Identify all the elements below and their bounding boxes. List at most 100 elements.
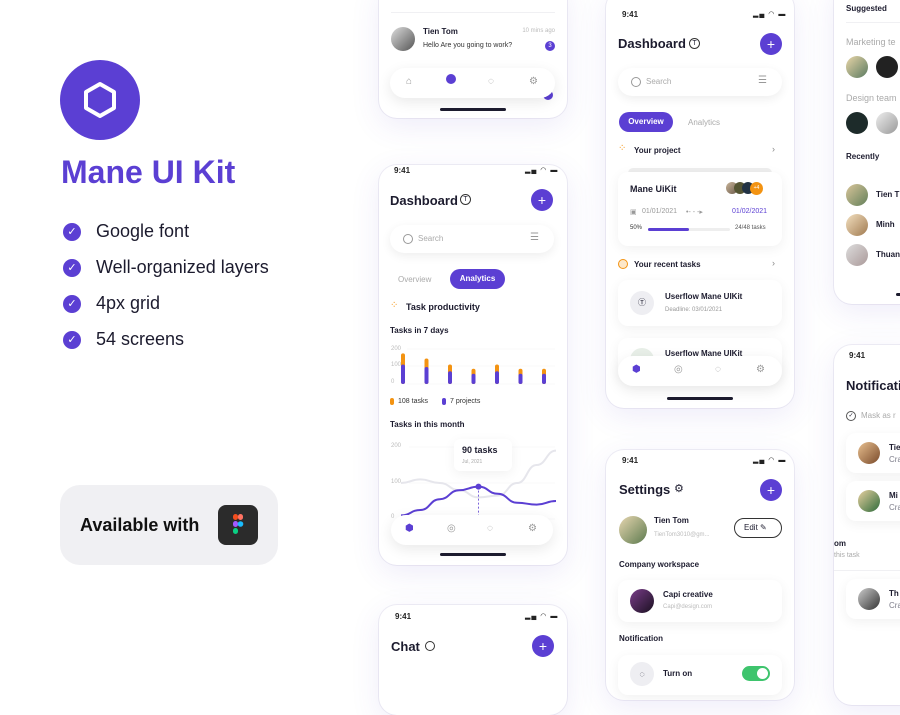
section-title: Task productivity [406, 302, 480, 312]
brand-title: Mane UI Kit [61, 154, 236, 190]
avatar [858, 588, 880, 610]
smile-icon [618, 259, 628, 269]
chat-icon[interactable]: ◎ [674, 364, 683, 375]
notification-toggle[interactable] [742, 666, 770, 681]
group-label: Design team [846, 93, 897, 103]
page-title: Settings [619, 482, 671, 497]
gear-icon[interactable]: ⚙ [529, 76, 538, 87]
add-button[interactable]: + [532, 635, 554, 657]
toggle-knob [757, 668, 768, 679]
home-indicator [440, 553, 506, 556]
avatar [858, 490, 880, 512]
status-time: 9:41 [395, 612, 412, 621]
section-title: Your recent tasks [634, 260, 701, 269]
task-deadline: Deadline: 03/01/2021 [665, 307, 723, 313]
filter-icon[interactable]: ☰ [530, 232, 539, 243]
home-icon[interactable]: ⬢ [405, 523, 414, 534]
home-icon[interactable]: ⌂ [406, 76, 412, 87]
bar-projects [448, 371, 452, 384]
add-button[interactable]: + [531, 189, 553, 211]
contact-name[interactable]: Tien T [876, 190, 899, 199]
bell-icon[interactable]: ◌ [715, 364, 721, 375]
home-icon[interactable]: ⬢ [632, 364, 641, 375]
legend-projects-swatch [442, 398, 446, 405]
add-button[interactable]: + [760, 33, 782, 55]
project-card[interactable]: Mane UiKit +4 ▣ 01/01/2021 •- - -▸ 01/02… [618, 172, 782, 246]
task-icon: Ⓣ [630, 291, 654, 315]
data-point[interactable] [475, 483, 482, 490]
tab-overview[interactable]: Overview [619, 112, 673, 132]
gear-icon: ⚙ [674, 483, 684, 495]
bar-projects [542, 373, 546, 384]
bar-projects [495, 371, 499, 384]
divider [834, 570, 900, 571]
chevron-right-icon[interactable]: › [772, 144, 775, 154]
profile-name: Tien Tom [654, 516, 689, 525]
arrow-icon: •- - -▸ [686, 209, 703, 216]
notification-label: Turn on [663, 669, 693, 678]
tab-overview[interactable]: Overview [398, 275, 431, 284]
bottom-nav: ⬢ ◎ ◌ ⚙ [391, 515, 553, 545]
tab-analytics[interactable]: Analytics [688, 118, 720, 127]
chat-icon[interactable]: ◎ [447, 523, 456, 534]
avatar[interactable] [876, 112, 898, 134]
avatar [846, 184, 868, 206]
chat-screen-top: Tien Tom 10 mins ago Hello Are you going… [379, 0, 567, 118]
extra-members-badge: +4 [750, 182, 763, 195]
notification-item[interactable]: Mi Cra [846, 481, 900, 521]
grid-icon: ⁘ [618, 143, 627, 154]
home-indicator [896, 293, 900, 296]
avatar[interactable] [846, 56, 868, 78]
filter-icon[interactable]: ☰ [758, 75, 767, 86]
message-time: 10 mins ago [522, 28, 555, 34]
search-icon [403, 234, 413, 244]
notification-item[interactable]: Th Cra [846, 579, 900, 619]
progress-label: 50% [630, 225, 643, 231]
bar-projects [424, 367, 429, 384]
chat-icon[interactable] [446, 74, 456, 84]
contact-name[interactable]: Thuan [876, 250, 900, 259]
info-icon: T [689, 38, 700, 49]
add-button[interactable]: + [760, 479, 782, 501]
settings-screen: 9:41 ▂▄ ◠ ▬ Settings ⚙ + Tien Tom TienTo… [606, 450, 794, 700]
check-circle-icon: ✓ [846, 411, 856, 421]
notifications-screen: 9:41 Notificati ✓ Mask as r Tie Cra Mi C… [834, 345, 900, 705]
notification-name: Mi [889, 491, 898, 500]
section-title: Your project [634, 146, 681, 155]
avatar [391, 27, 415, 51]
bell-icon[interactable]: ◌ [487, 523, 493, 534]
home-indicator [440, 108, 506, 111]
avatar [846, 244, 868, 266]
bottom-nav: ⌂ ◌ ⚙ [390, 68, 555, 98]
message-preview[interactable]: Hello Are you going to work? [423, 42, 512, 49]
gear-icon[interactable]: ⚙ [756, 364, 765, 375]
bell-icon[interactable]: ◌ [488, 76, 494, 87]
notification-sub: Cra [889, 601, 900, 610]
edit-button[interactable]: Edit ✎ [734, 518, 782, 538]
tab-analytics[interactable]: Analytics [450, 269, 505, 289]
task-card[interactable]: Ⓣ Userflow Mane UIKit Deadline: 03/01/20… [618, 280, 782, 326]
check-icon: ✓ [63, 295, 81, 313]
avatar[interactable] [876, 56, 898, 78]
chevron-right-icon[interactable]: › [772, 258, 775, 268]
bell-icon: ◌ [630, 662, 654, 686]
chart-tooltip: 90 tasks Jul, 2021 [454, 439, 512, 471]
section-title: Suggested [846, 4, 887, 13]
mark-as-read-button[interactable]: Mask as r [861, 411, 896, 420]
status-time: 9:41 [849, 351, 866, 360]
gear-icon[interactable]: ⚙ [528, 523, 537, 534]
bar-projects [401, 364, 405, 384]
notification-item[interactable]: Tie Cra [846, 433, 900, 473]
profile-email: TienTom3010@gm... [654, 532, 710, 538]
divider [846, 22, 900, 23]
page-title: Dashboard [390, 193, 458, 208]
avatar[interactable] [846, 112, 868, 134]
contact-name[interactable]: Minh [876, 220, 895, 229]
section-title: Company workspace [619, 560, 700, 569]
check-icon: ✓ [63, 223, 81, 241]
logo [60, 60, 140, 140]
notification-sub: Cra [889, 455, 900, 464]
dashboard-overview-screen: 9:41 ▂▄ ◠ ▬ Dashboard T + Search ☰ Overv… [606, 0, 794, 408]
workspace-card[interactable]: Capi creative Capi@design.com [618, 580, 782, 622]
page-title: Dashboard [618, 36, 686, 51]
